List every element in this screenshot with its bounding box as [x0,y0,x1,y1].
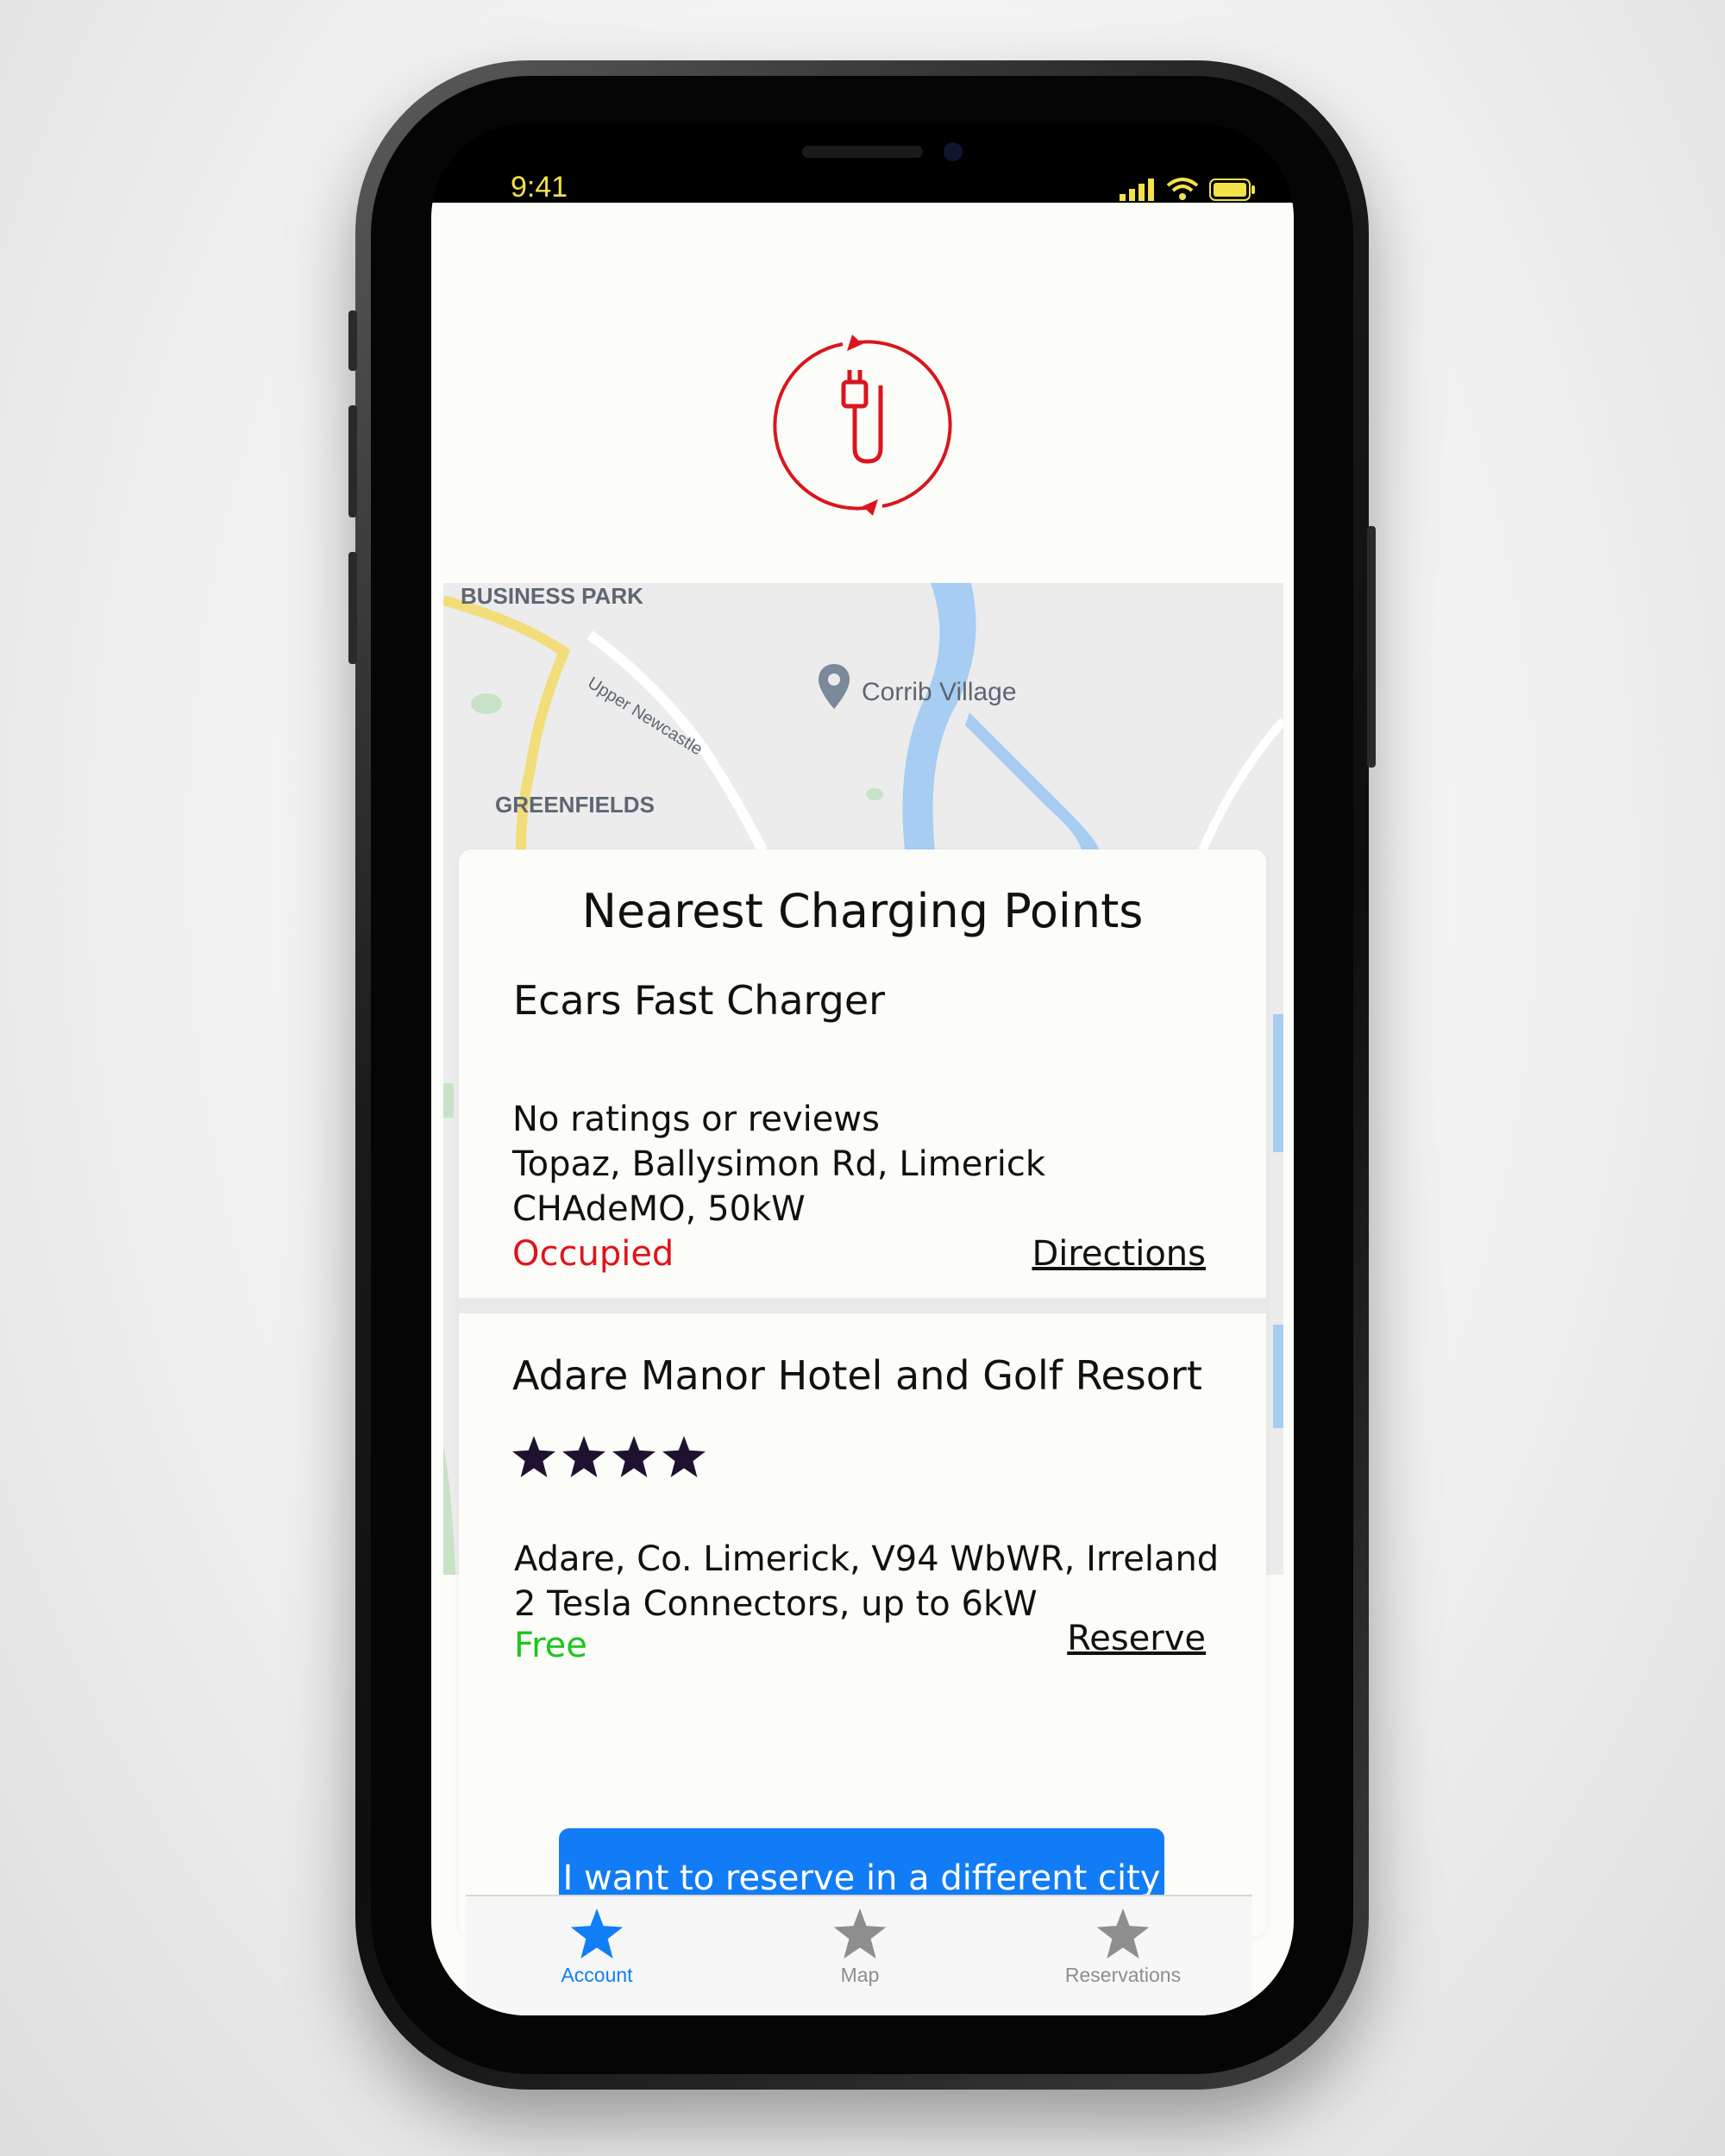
rating-star-icon [612,1436,656,1477]
front-camera [944,142,963,161]
rating-star-icon [662,1436,706,1477]
station-status-free: Free [514,1626,587,1665]
tab-reservations[interactable]: Reservations [1037,1908,1209,1987]
volume-down-button [348,552,357,664]
notch [623,123,1102,203]
battery-icon [1209,179,1255,201]
station-connector: CHAdeMO, 50kW [512,1189,806,1229]
wifi-icon [1166,178,1199,200]
station-connector: 2 Tesla Connectors, up to 6kW [514,1584,1038,1624]
station-name: Adare Manor Hotel and Golf Resort [512,1352,1202,1399]
panel-title: Nearest Charging Points [581,884,1144,938]
speaker-grille [802,146,923,158]
rating-star-icon [512,1436,555,1477]
station-name: Ecars Fast Charger [513,977,886,1024]
star-icon [1096,1908,1150,1959]
reserve-link[interactable]: Reserve [1067,1619,1206,1658]
tab-label: Map [840,1964,880,1986]
star-icon [833,1908,887,1959]
app-screen: BUSINESS PARK Upper Newcastle Corrib Vil… [431,203,1294,2015]
tab-label: Reservations [1064,1964,1182,1986]
charging-plug-logo-icon [773,335,952,516]
signal-icon [1120,179,1154,201]
map-label-greenfields: GREENFIELDS [495,792,655,818]
mute-switch [348,310,357,371]
volume-up-button [348,405,357,517]
phone-screen: 9:41 BUSINESS PARK Upper Newcastle Corri… [431,123,1294,2015]
rating-star-icon [562,1436,605,1477]
star-icon [570,1908,624,1959]
power-button [1367,526,1376,768]
map-label-corrib-village: Corrib Village [862,678,1017,706]
directions-link[interactable]: Directions [1032,1234,1206,1274]
station-status-occupied: Occupied [512,1234,674,1274]
station-rating-text: No ratings or reviews [512,1100,880,1139]
station-rating [512,1436,706,1477]
map-label-business-park: BUSINESS PARK [461,583,643,609]
tab-label: Account [561,1964,633,1986]
tab-bar: Account Map Reservations [466,1895,1252,2015]
status-time: 9:41 [511,171,568,204]
tab-map[interactable]: Map [774,1908,946,1987]
charging-points-panel: Nearest Charging Points Ecars Fast Charg… [459,849,1266,1936]
station-address: Topaz, Ballysimon Rd, Limerick [512,1144,1046,1184]
status-icons [1120,177,1256,201]
station-divider [459,1298,1266,1313]
tab-account[interactable]: Account [511,1908,683,1987]
station-address: Adare, Co. Limerick, V94 WbWR, Irreland [514,1539,1220,1579]
location-pin-icon [819,664,850,709]
